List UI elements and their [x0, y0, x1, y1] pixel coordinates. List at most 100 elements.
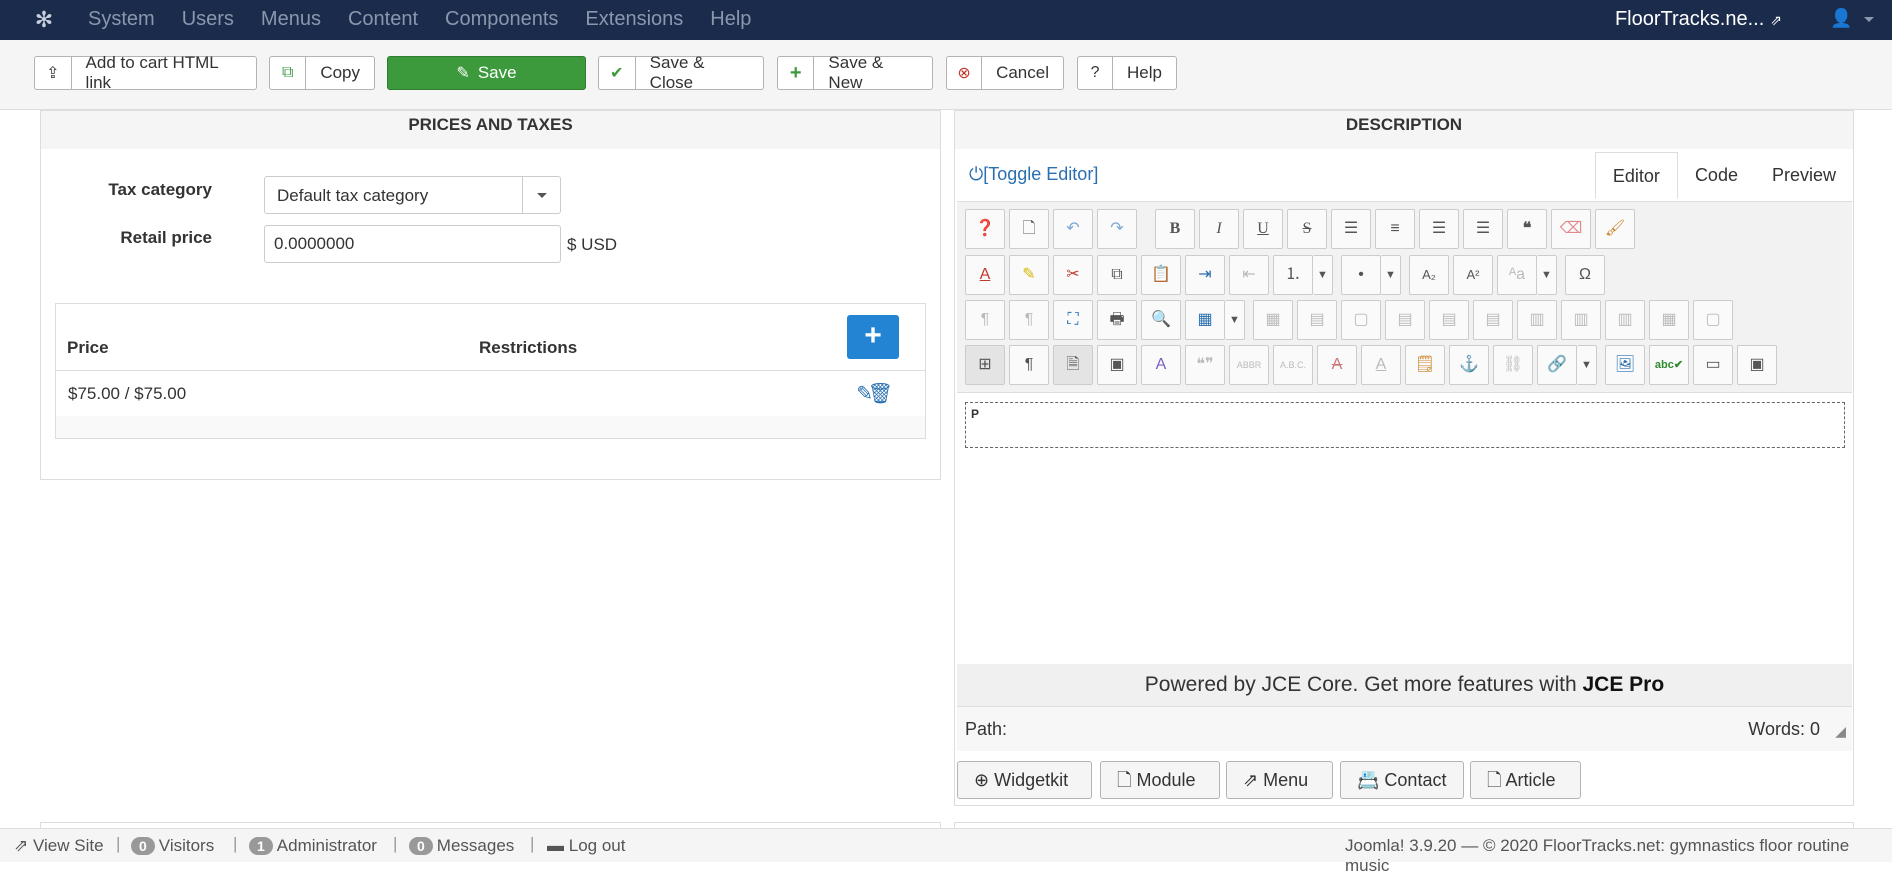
tax-category-select[interactable]: Default tax category: [264, 176, 561, 214]
site-link[interactable]: FloorTracks.ne... ⇗: [1615, 0, 1782, 39]
language-icon[interactable]: ᴬa: [1497, 255, 1537, 295]
insert-row-after-icon[interactable]: ▤: [1429, 300, 1469, 340]
attributes-icon[interactable]: 🗒: [1405, 345, 1445, 385]
paragraph-block[interactable]: P: [965, 402, 1845, 448]
tab-preview[interactable]: Preview: [1755, 152, 1853, 199]
save-close-button[interactable]: ✔ Save & Close: [598, 53, 764, 92]
align-right-icon[interactable]: ☰: [1463, 209, 1503, 249]
save-new-button[interactable]: + Save & New: [777, 53, 933, 92]
menu-menus[interactable]: Menus: [261, 0, 321, 40]
cancel-button[interactable]: ⊗ Cancel: [946, 56, 1064, 90]
delete-table-icon[interactable]: ▦: [1253, 300, 1293, 340]
link-icon[interactable]: 🔗: [1537, 345, 1577, 385]
row-props-icon[interactable]: ▤: [1297, 300, 1337, 340]
visual-chars-icon[interactable]: ¶: [1009, 345, 1049, 385]
superscript-icon[interactable]: A²: [1453, 255, 1493, 295]
delete-col-icon[interactable]: ▥: [1605, 300, 1645, 340]
insert-col-before-icon[interactable]: ▥: [1517, 300, 1557, 340]
search-replace-icon[interactable]: 🔍: [1141, 300, 1181, 340]
rtl-icon[interactable]: ¶: [1009, 300, 1049, 340]
retail-price-input[interactable]: [264, 225, 561, 263]
eraser-icon[interactable]: ⌫: [1551, 209, 1591, 249]
joomla-logo-icon[interactable]: ✻: [30, 6, 58, 34]
help-button[interactable]: ? Help: [1077, 56, 1177, 90]
align-center-icon[interactable]: ≡: [1375, 209, 1415, 249]
add-price-button[interactable]: +: [847, 315, 899, 359]
widgetkit-button[interactable]: ⊕ Widgetkit: [957, 761, 1092, 799]
menu-system[interactable]: System: [88, 0, 155, 40]
contact-button[interactable]: 📇 Contact: [1340, 761, 1464, 799]
tab-editor[interactable]: Editor: [1594, 152, 1678, 199]
article-button[interactable]: 🗋 Article: [1470, 761, 1581, 799]
acronym-icon[interactable]: A.B.C.: [1273, 345, 1313, 385]
anchor-icon[interactable]: ⚓: [1449, 345, 1489, 385]
outdent-icon[interactable]: ⇤: [1229, 255, 1269, 295]
split-cells-icon[interactable]: ▦: [1649, 300, 1689, 340]
user-icon[interactable]: 👤: [1830, 8, 1854, 30]
menu-help[interactable]: Help: [710, 0, 751, 40]
align-left-icon[interactable]: ☰: [1419, 209, 1459, 249]
unlink-icon[interactable]: ⛓: [1493, 345, 1533, 385]
horizontal-rule-icon[interactable]: ▭: [1693, 345, 1733, 385]
help-icon[interactable]: ❓: [965, 209, 1005, 249]
link-dropdown-icon[interactable]: ▼: [1577, 345, 1597, 385]
spellcheck-icon[interactable]: abc✔: [1649, 345, 1689, 385]
save-button[interactable]: ✎ Save: [387, 56, 586, 90]
abbr-icon[interactable]: ABBR: [1229, 345, 1269, 385]
ins-icon[interactable]: A: [1361, 345, 1401, 385]
messages-status[interactable]: 0 Messages: [409, 836, 514, 856]
user-caret-icon[interactable]: [1864, 17, 1874, 22]
redo-icon[interactable]: ↷: [1097, 209, 1137, 249]
view-site-link[interactable]: ⇗ View Site: [14, 836, 104, 856]
image-caption-icon[interactable]: ▣: [1097, 345, 1137, 385]
blockquote-icon[interactable]: ❝: [1507, 209, 1547, 249]
visual-aid-icon[interactable]: ⊞: [965, 345, 1005, 385]
fullscreen-icon[interactable]: ⛶: [1053, 300, 1093, 340]
special-chars-icon[interactable]: Ω: [1565, 255, 1605, 295]
copy-button[interactable]: ⧉ Copy: [269, 56, 375, 90]
undo-icon[interactable]: ↶: [1053, 209, 1093, 249]
delete-row-icon[interactable]: ▤: [1473, 300, 1513, 340]
visual-blocks-icon[interactable]: 🗎: [1053, 345, 1093, 385]
menu-extensions[interactable]: Extensions: [585, 0, 683, 40]
add-to-cart-link-button[interactable]: ⇪ Add to cart HTML link: [34, 53, 257, 92]
copy-icon[interactable]: ⧉: [1097, 255, 1137, 295]
module-button[interactable]: 🗋 Module: [1100, 761, 1220, 799]
cite-icon[interactable]: ❝❞: [1185, 345, 1225, 385]
tab-code[interactable]: Code: [1678, 152, 1755, 199]
font-color-icon[interactable]: A: [965, 255, 1005, 295]
highlight-icon[interactable]: ✎: [1009, 255, 1049, 295]
print-icon[interactable]: 🖶: [1097, 300, 1137, 340]
cleanup-brush-icon[interactable]: 🖌: [1595, 209, 1635, 249]
resize-handle-icon[interactable]: ◢: [1835, 709, 1846, 753]
table-icon[interactable]: ▦: [1185, 300, 1225, 340]
cut-icon[interactable]: ✂: [1053, 255, 1093, 295]
logout-link[interactable]: ▬ Log out: [547, 836, 625, 856]
jce-pro-link[interactable]: JCE Pro: [1582, 673, 1664, 696]
bullet-list-icon[interactable]: •: [1341, 255, 1381, 295]
bold-icon[interactable]: B: [1155, 209, 1195, 249]
bullet-list-dropdown-icon[interactable]: ▼: [1381, 255, 1401, 295]
editor-content-area[interactable]: P: [957, 394, 1852, 664]
style-icon[interactable]: A: [1141, 345, 1181, 385]
trash-icon[interactable]: 🗑: [868, 381, 893, 406]
table-dropdown-icon[interactable]: ▼: [1225, 300, 1245, 340]
strikethrough-icon[interactable]: S: [1287, 209, 1327, 249]
merge-cells-icon[interactable]: ▢: [1693, 300, 1733, 340]
cell-props-icon[interactable]: ▢: [1341, 300, 1381, 340]
chevron-down-icon[interactable]: [522, 177, 560, 213]
underline-icon[interactable]: U: [1243, 209, 1283, 249]
menu-content[interactable]: Content: [348, 0, 418, 40]
menu-button[interactable]: ⇗ Menu: [1226, 761, 1333, 799]
indent-icon[interactable]: ⇥: [1185, 255, 1225, 295]
ltr-icon[interactable]: ¶: [965, 300, 1005, 340]
del-icon[interactable]: A: [1317, 345, 1357, 385]
paste-icon[interactable]: 📋: [1141, 255, 1181, 295]
new-document-icon[interactable]: 🗋: [1009, 209, 1049, 249]
language-dropdown-icon[interactable]: ▼: [1537, 255, 1557, 295]
menu-users[interactable]: Users: [182, 0, 234, 40]
insert-row-before-icon[interactable]: ▤: [1385, 300, 1425, 340]
numbered-list-icon[interactable]: ⒈: [1273, 255, 1313, 295]
menu-components[interactable]: Components: [445, 0, 558, 40]
italic-icon[interactable]: I: [1199, 209, 1239, 249]
